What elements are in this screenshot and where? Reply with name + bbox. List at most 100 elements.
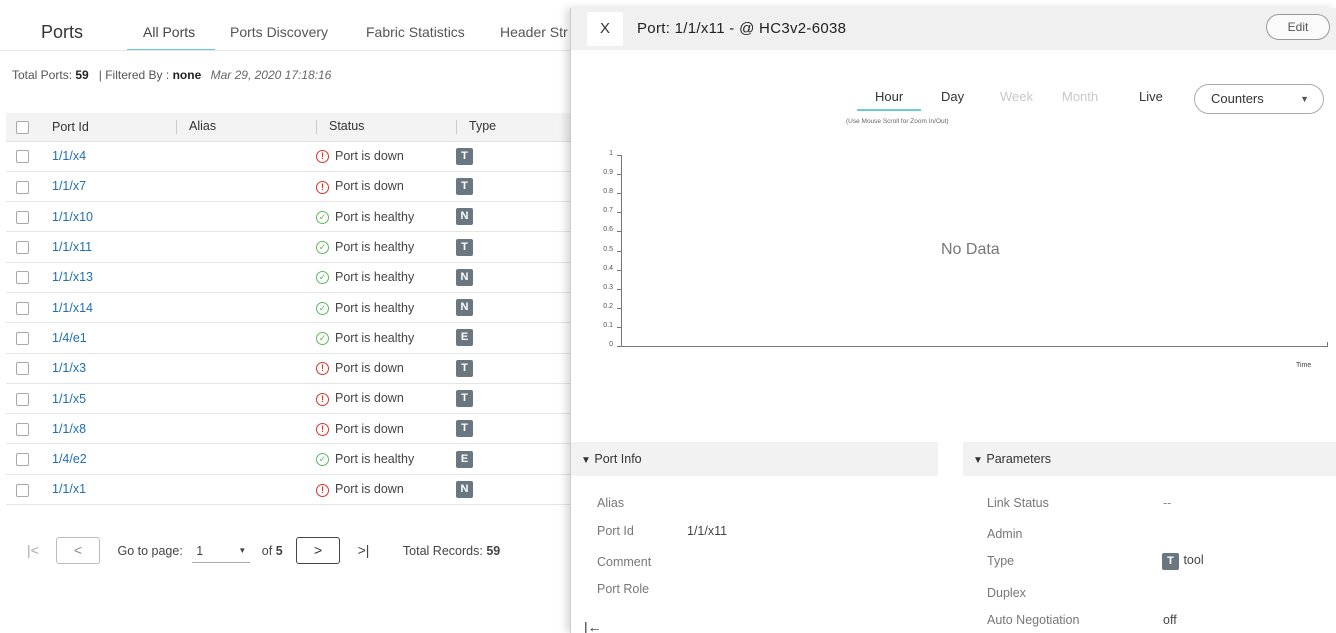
row-checkbox[interactable]	[16, 422, 29, 436]
port-id-link[interactable]: 1/1/x11	[52, 240, 92, 254]
row-checkbox[interactable]	[16, 241, 29, 255]
y-tick-label: 0.2	[603, 302, 613, 310]
row-checkbox[interactable]	[16, 210, 29, 224]
collapse-panel-icon[interactable]: |←	[584, 619, 602, 633]
port-role-label: Port Role	[597, 582, 650, 596]
parameters-header[interactable]: ▼ Parameters	[963, 442, 1336, 476]
table-row[interactable]: 1/1/x1! Port is down N	[6, 474, 580, 506]
chevron-down-icon: ▼	[238, 546, 247, 555]
close-button[interactable]: X	[587, 12, 623, 46]
tab-week[interactable]: Week	[1000, 89, 1033, 104]
column-alias[interactable]: Alias	[176, 113, 316, 142]
y-tick-label: 0.9	[603, 169, 613, 177]
tab-day[interactable]: Day	[941, 89, 964, 104]
row-checkbox[interactable]	[16, 483, 29, 497]
tab-fabric-statistics[interactable]: Fabric Statistics	[366, 24, 465, 40]
column-status[interactable]: Status	[316, 113, 456, 142]
check-circle-icon: ✓	[316, 453, 329, 467]
alias-cell	[176, 443, 316, 475]
port-id-link[interactable]: 1/1/x13	[52, 270, 93, 284]
column-port-id[interactable]: Port Id	[52, 113, 176, 142]
tab-hour[interactable]: Hour	[875, 89, 903, 104]
table-row[interactable]: 1/4/e2 ✓ Port is healthy E	[6, 443, 580, 475]
check-circle-icon: ✓	[316, 332, 329, 346]
port-id-link[interactable]: 1/1/x1	[52, 482, 86, 496]
y-tick-label: 0.1	[603, 321, 613, 329]
y-tick-label: 0.4	[603, 264, 613, 272]
table-row[interactable]: 1/1/x11 ✓ Port is healthy T	[6, 231, 580, 263]
port-id-link[interactable]: 1/1/x4	[52, 149, 86, 163]
alert-icon: !	[316, 422, 329, 436]
next-page-button[interactable]: >	[296, 537, 341, 564]
row-checkbox[interactable]	[16, 150, 29, 164]
tab-live[interactable]: Live	[1139, 89, 1163, 104]
status-text: Port is healthy	[335, 270, 415, 285]
row-checkbox[interactable]	[16, 301, 29, 315]
row-checkbox[interactable]	[16, 271, 29, 285]
table-row[interactable]: 1/4/e1 ✓ Port is healthy E	[6, 322, 580, 354]
alert-icon: !	[316, 180, 329, 194]
type-badge: N	[456, 299, 473, 317]
port-id-link[interactable]: 1/1/x10	[52, 210, 93, 224]
column-type[interactable]: Type	[456, 113, 580, 142]
edit-button[interactable]: Edit	[1266, 14, 1330, 40]
prev-page-button[interactable]: <	[56, 537, 100, 564]
status-text: Port is down	[335, 179, 404, 194]
select-all-checkbox[interactable]	[16, 120, 29, 134]
alias-cell	[176, 474, 316, 506]
duplex-label: Duplex	[987, 586, 1026, 600]
port-id-link[interactable]: 1/1/x8	[52, 422, 86, 436]
table-row[interactable]: 1/1/x8! Port is down T	[6, 413, 580, 445]
filter-label: | Filtered By :	[98, 68, 170, 82]
port-id-link[interactable]: 1/1/x7	[52, 179, 86, 193]
row-checkbox[interactable]	[16, 392, 29, 406]
y-tick	[617, 155, 621, 156]
y-tick	[617, 212, 621, 214]
port-id-link[interactable]: 1/1/x5	[52, 392, 86, 406]
pager: < Go to page: 1 ▼ of 5 > >| Total Records…	[56, 537, 500, 564]
last-page-icon[interactable]: >|	[358, 542, 370, 558]
port-info-header[interactable]: ▼ Port Info	[571, 442, 938, 476]
of-label: of	[261, 544, 273, 558]
tab-month[interactable]: Month	[1062, 89, 1098, 104]
row-checkbox[interactable]	[16, 362, 29, 376]
first-page-icon[interactable]: |<	[27, 542, 39, 558]
y-tick	[617, 288, 621, 290]
table-row[interactable]: 1/1/x10 ✓ Port is healthy N	[6, 201, 580, 233]
tab-ports-discovery[interactable]: Ports Discovery	[230, 24, 328, 40]
admin-label: Admin	[987, 527, 1023, 541]
port-id-link[interactable]: 1/1/x3	[52, 361, 86, 375]
table-row[interactable]: 1/1/x4! Port is down T	[6, 141, 580, 172]
y-tick	[617, 269, 621, 271]
row-checkbox[interactable]	[16, 180, 29, 194]
active-time-tab-indicator	[857, 109, 921, 111]
table-row[interactable]: 1/1/x3! Port is down T	[6, 353, 580, 384]
row-checkbox[interactable]	[16, 453, 29, 467]
counters-select[interactable]: Counters ▼	[1194, 84, 1324, 114]
y-tick-label: 0.7	[603, 207, 613, 215]
tab-header-stripping[interactable]: Header Str	[500, 24, 568, 40]
status-text: Port is down	[335, 361, 404, 376]
alert-icon: !	[316, 392, 329, 406]
type-badge: T	[456, 177, 473, 195]
status-text: Port is healthy	[335, 300, 415, 315]
x-axis-label: Time	[1296, 362, 1312, 369]
type-value: T tool	[1162, 551, 1204, 570]
y-tick	[617, 307, 621, 309]
type-badge: N	[456, 268, 473, 286]
page-select[interactable]: 1 ▼	[192, 539, 251, 563]
port-id-link[interactable]: 1/4/e1	[52, 331, 87, 345]
table-row[interactable]: 1/1/x13 ✓ Port is healthy N	[6, 262, 580, 293]
total-records-label: Total Records:	[402, 544, 483, 558]
port-id-value: 1/1/x11	[687, 524, 728, 538]
alert-icon: !	[316, 483, 329, 497]
row-checkbox[interactable]	[16, 332, 29, 346]
table-row[interactable]: 1/1/x7! Port is down T	[6, 171, 580, 203]
table-row[interactable]: 1/1/x5! Port is down T	[6, 383, 580, 415]
tab-all-ports[interactable]: All Ports	[143, 24, 195, 40]
check-circle-icon: ✓	[316, 241, 329, 255]
table-row[interactable]: 1/1/x14 ✓ Port is healthy N	[6, 292, 580, 324]
y-axis	[621, 155, 622, 347]
port-id-link[interactable]: 1/4/e2	[52, 452, 87, 466]
port-id-link[interactable]: 1/1/x14	[52, 301, 93, 315]
